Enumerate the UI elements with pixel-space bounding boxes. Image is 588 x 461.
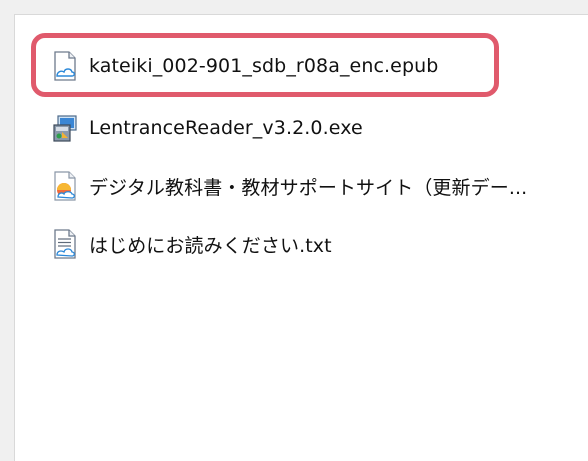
file-name-label: デジタル教科書・教材サポートサイト（更新デー... <box>89 176 528 199</box>
exe-installer-icon <box>52 113 78 143</box>
file-item-txt[interactable]: はじめにお読みください.txt <box>52 229 332 259</box>
file-item-url-shortcut[interactable]: デジタル教科書・教材サポートサイト（更新デー... <box>52 171 527 201</box>
file-name-label: はじめにお読みください.txt <box>89 234 332 257</box>
text-file-icon <box>52 229 78 259</box>
internet-shortcut-icon <box>52 171 78 201</box>
file-name-label: LentranceReader_v3.2.0.exe <box>89 117 363 139</box>
file-item-exe[interactable]: LentranceReader_v3.2.0.exe <box>52 113 363 143</box>
highlight-box <box>31 33 499 97</box>
